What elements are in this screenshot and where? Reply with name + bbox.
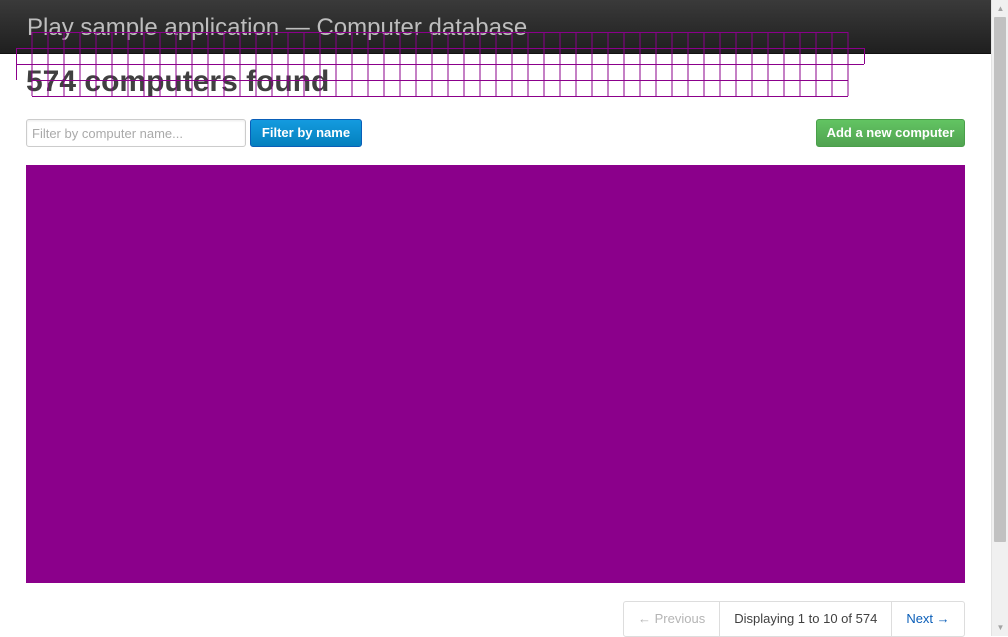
pagination: ← Previous Displaying 1 to 10 of 574 Nex… [623, 601, 965, 637]
page-range-label: Displaying 1 to 10 of 574 [720, 602, 893, 636]
search-input[interactable] [26, 119, 246, 147]
page-title: 574 computers found [26, 65, 330, 98]
top-bar: Play sample application — Computer datab… [0, 0, 991, 54]
app-title[interactable]: Play sample application — Computer datab… [27, 13, 527, 43]
next-page-link[interactable]: Next → [892, 602, 963, 636]
scroll-up-arrow-icon[interactable]: ▲ [992, 0, 1008, 17]
previous-page-link: ← Previous [624, 602, 721, 636]
scrollbar-thumb[interactable] [994, 17, 1006, 542]
vertical-scrollbar[interactable]: ▲ ▼ [991, 0, 1008, 636]
add-computer-button[interactable]: Add a new computer [816, 119, 965, 147]
computers-table-area [26, 165, 965, 583]
filter-by-name-button[interactable]: Filter by name [250, 119, 362, 147]
scroll-down-arrow-icon[interactable]: ▼ [992, 619, 1008, 636]
